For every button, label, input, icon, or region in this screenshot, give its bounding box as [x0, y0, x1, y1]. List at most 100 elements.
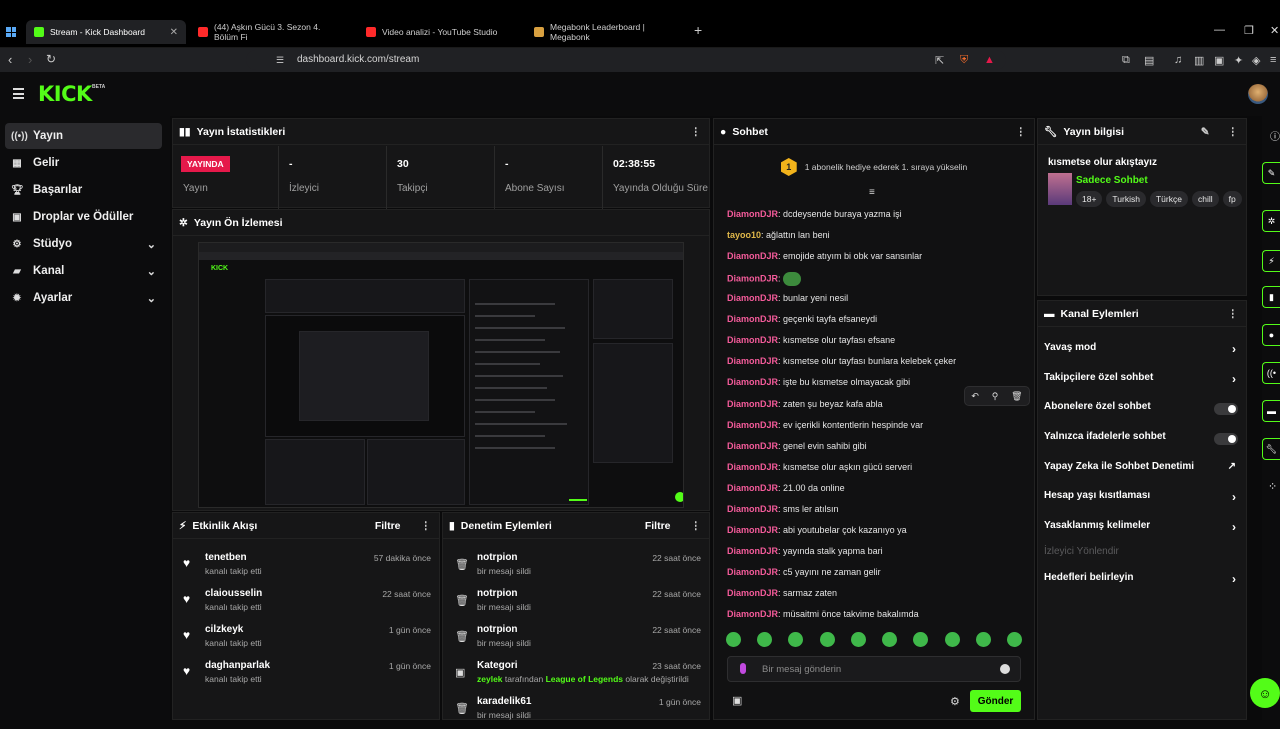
brave-shield-icon[interactable]: ⛨ — [960, 54, 968, 67]
browser-tab-megabonk[interactable]: Megabonk Leaderboard | Megabonk — [526, 20, 686, 44]
chat-message[interactable]: DiamonDJR: zaten şu beyaz kafa abla — [727, 399, 883, 409]
sidebar-item-basarilar[interactable]: 🏆︎ Başarılar — [5, 177, 162, 203]
action-slow-mode[interactable]: Yavaş mod › — [1044, 342, 1244, 362]
emote-icon[interactable] — [788, 632, 804, 647]
floating-action-icon[interactable]: ☺ — [1250, 678, 1280, 708]
pinned-gift-banner[interactable]: 1 1 abonelik hediye ederek 1. sıraya yük… — [714, 147, 1034, 187]
browser-tab-studio[interactable]: Video analizi - YouTube Studio — [358, 20, 518, 44]
chat-username[interactable]: DiamonDJR — [727, 293, 778, 303]
sidebar-item-kanal[interactable]: ▰ Kanal ⌄ — [5, 258, 162, 284]
reader-icon[interactable]: ▤ — [1144, 54, 1154, 67]
emote-icon[interactable] — [913, 632, 929, 647]
emote-icon[interactable] — [850, 632, 866, 647]
moderator-name[interactable]: notrpion — [477, 624, 518, 635]
action-followers-only[interactable]: Takipçilere özel sohbet › — [1044, 372, 1244, 392]
chat-message[interactable]: DiamonDJR: müsaitmi önce takvime bakalım… — [727, 609, 919, 619]
chat-username[interactable]: DiamonDJR — [727, 525, 778, 535]
collapse-icon[interactable]: ≡ — [869, 187, 875, 198]
sidebar-item-yayin[interactable]: ((•)) Yayın — [5, 123, 162, 149]
chat-message[interactable]: DiamonDJR: kısmetse olur tayfası efsane — [727, 335, 895, 345]
emote-icon[interactable] — [726, 632, 741, 647]
chat-username[interactable]: DiamonDJR — [727, 609, 778, 619]
action-emotes-only[interactable]: Yalnızca ifadelerle sohbet — [1044, 431, 1244, 451]
chat-username[interactable]: DiamonDJR — [727, 209, 778, 219]
action-account-age[interactable]: Hesap yaşı kısıtlaması › — [1044, 490, 1244, 510]
category-user[interactable]: zeylek — [477, 674, 503, 684]
category-thumbnail[interactable] — [1048, 173, 1072, 205]
filter-button[interactable]: Filtre — [645, 520, 671, 532]
chat-message[interactable]: tayoo10: ağlattın lan beni — [727, 230, 830, 240]
event-user[interactable]: daghanparlak — [205, 660, 270, 671]
site-settings-icon[interactable]: ☰ — [276, 55, 284, 66]
chat-username[interactable]: DiamonDJR — [727, 504, 778, 514]
tag[interactable]: chill — [1191, 191, 1219, 207]
emoji-picker-icon[interactable] — [1000, 664, 1010, 674]
chat-settings-icon[interactable]: ⚙ — [950, 695, 960, 708]
sidebar-item-studyo[interactable]: ⚙ Stüdyo ⌄ — [5, 231, 162, 257]
chat-message[interactable]: DiamonDJR: emojide atıyım bi obk var san… — [727, 251, 922, 261]
rail-bolt-icon[interactable]: ⚡︎ — [1262, 250, 1280, 272]
filter-button[interactable]: Filtre — [375, 520, 401, 532]
chat-username[interactable]: DiamonDJR — [727, 377, 778, 387]
chat-message[interactable]: DiamonDJR: genel evin sahibi gibi — [727, 441, 867, 451]
emotes-only-toggle[interactable] — [1214, 433, 1238, 445]
forward-icon[interactable]: › — [28, 52, 32, 67]
event-user[interactable]: tenetben — [205, 552, 247, 563]
chat-username[interactable]: DiamonDJR — [727, 314, 778, 324]
pin-icon[interactable]: ⚲ — [992, 391, 999, 402]
browser-tab-kick[interactable]: Stream - Kick Dashboard ✕ — [26, 20, 186, 44]
more-options-icon[interactable]: ⋮ — [691, 126, 702, 138]
browser-menu-icon[interactable]: ≡ — [1270, 54, 1276, 66]
chat-username[interactable]: DiamonDJR — [727, 251, 778, 261]
emote-icon[interactable] — [882, 632, 898, 647]
chat-message[interactable]: DiamonDJR: yayında stalk yapma bari — [727, 546, 883, 556]
rewards-icon[interactable]: ▲ — [984, 54, 995, 66]
emote-icon[interactable] — [819, 632, 835, 647]
event-user[interactable]: claiousselin — [205, 588, 262, 599]
moderator-name[interactable]: notrpion — [477, 552, 518, 563]
delete-icon[interactable]: 🗑︎ — [1011, 391, 1022, 402]
edit-icon[interactable]: ✎ — [1201, 126, 1210, 138]
chat-username[interactable]: DiamonDJR — [727, 399, 778, 409]
extensions-icon[interactable]: ⧉ — [1122, 54, 1130, 67]
chat-input[interactable]: Bir mesaj gönderin — [727, 656, 1021, 682]
chat-username[interactable]: DiamonDJR — [727, 335, 778, 345]
chat-username[interactable]: DiamonDJR — [727, 588, 778, 598]
rail-wrench-icon[interactable]: 🔧︎ — [1262, 438, 1280, 460]
chat-message[interactable]: DiamonDJR: bunlar yeni nesil — [727, 293, 848, 303]
gift-icon[interactable]: ▣ — [732, 694, 742, 707]
windows-icon[interactable] — [6, 27, 16, 37]
chat-message[interactable]: DiamonDJR: işte bu kısmetse olmayacak gi… — [727, 377, 910, 387]
chat-message[interactable]: DiamonDJR: 21.00 da online — [727, 483, 845, 493]
reply-icon[interactable]: ↶ — [971, 391, 979, 402]
more-options-icon[interactable]: ⋮ — [1228, 126, 1239, 138]
hamburger-menu-icon[interactable] — [13, 88, 24, 102]
chat-username[interactable]: DiamonDJR — [727, 420, 778, 430]
chat-username[interactable]: DiamonDJR — [727, 273, 778, 283]
close-tab-icon[interactable]: ✕ — [170, 27, 178, 38]
minimize-icon[interactable]: — — [1214, 24, 1225, 36]
chat-username[interactable]: DiamonDJR — [727, 356, 778, 366]
action-ai-moderation[interactable]: Yapay Zeka ile Sohbet Denetimi ↗ — [1044, 461, 1244, 481]
chat-message[interactable]: DiamonDJR: abi youtubelar çok kazanıyo y… — [727, 525, 907, 535]
browser-tab-youtube[interactable]: (44) Aşkın Gücü 3. Sezon 4. Bölüm Fi — [190, 20, 350, 44]
tag[interactable]: Turkish — [1106, 191, 1146, 207]
back-icon[interactable]: ‹ — [8, 52, 12, 67]
chat-message[interactable]: DiamonDJR: sms ler atılsın — [727, 504, 839, 514]
tag[interactable]: fp — [1222, 191, 1242, 207]
user-avatar[interactable] — [1248, 84, 1268, 104]
new-tab-button[interactable]: + — [694, 22, 702, 38]
chat-message[interactable]: DiamonDJR: — [727, 272, 802, 287]
wallet-icon[interactable]: ▣ — [1214, 54, 1224, 67]
rail-actions-icon[interactable]: ▬ — [1262, 400, 1280, 422]
chat-message[interactable]: DiamonDJR: kısmetse olur tayfası bunlara… — [727, 356, 956, 366]
info-icon[interactable]: ⓘ — [1270, 128, 1280, 143]
emote-icon[interactable] — [975, 632, 991, 647]
url-text[interactable]: dashboard.kick.com/stream — [297, 54, 419, 65]
subscribers-only-toggle[interactable] — [1214, 403, 1238, 415]
close-window-icon[interactable]: ✕ — [1270, 24, 1279, 37]
maximize-icon[interactable]: ❐ — [1244, 24, 1254, 37]
more-options-icon[interactable]: ⋮ — [1228, 308, 1239, 320]
rail-mod-icon[interactable]: ▮ — [1262, 286, 1280, 308]
action-banned-words[interactable]: Yasaklanmış kelimeler › — [1044, 520, 1244, 540]
